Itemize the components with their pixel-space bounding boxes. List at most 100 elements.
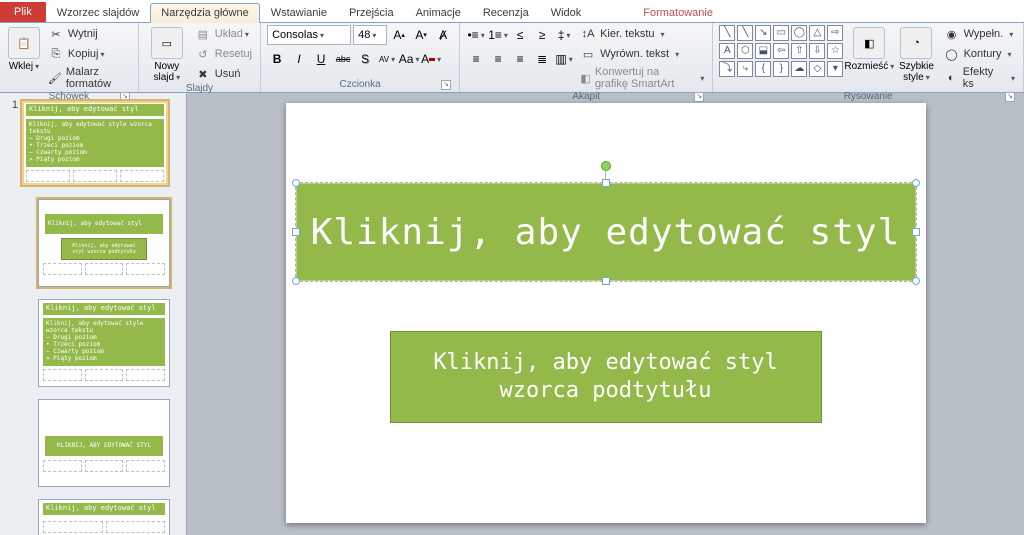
handle-w[interactable] xyxy=(292,228,300,236)
layout-thumbnail-4[interactable]: Kliknij, aby edytować styl xyxy=(38,499,170,535)
align-text-button[interactable]: ▭Wyrówn. tekst xyxy=(578,45,706,63)
shape-cloud-icon[interactable]: ☁ xyxy=(791,61,807,77)
shape-text-icon[interactable]: A xyxy=(719,43,735,59)
handle-sw[interactable] xyxy=(292,277,300,285)
font-name-select[interactable]: Consolas xyxy=(267,25,351,45)
shape-arrowu-icon[interactable]: ⇧ xyxy=(791,43,807,59)
quick-styles-button[interactable]: ◔ Szybkie style xyxy=(895,25,937,83)
font-color-button[interactable]: A xyxy=(421,49,441,69)
layout-thumbnail-3[interactable]: KLIKNIJ, ABY EDYTOWAĆ STYL xyxy=(38,399,170,487)
handle-e[interactable] xyxy=(912,228,920,236)
reset-button[interactable]: ↺Resetuj xyxy=(193,45,254,63)
layout1-subtitle: Kliknij, aby edytować styl wzorca podtyt… xyxy=(61,238,147,260)
shape-fill-button[interactable]: ◉Wypełn. xyxy=(942,25,1017,43)
drawing-dialog-launcher[interactable]: ↘ xyxy=(1005,92,1015,102)
tab-format-contextual[interactable]: Formatowanie xyxy=(632,3,724,22)
shape-conn1-icon[interactable]: ⤵ xyxy=(719,61,735,77)
layout-icon: ▤ xyxy=(195,26,211,42)
group-slides-label: Slajdy xyxy=(145,83,254,96)
handle-n[interactable] xyxy=(602,179,610,187)
line-spacing-button[interactable]: ‡ xyxy=(554,25,574,45)
text-direction-button[interactable]: ↕AKier. tekstu xyxy=(578,25,706,43)
shape-line2-icon[interactable]: ╲ xyxy=(737,25,753,41)
shapes-more-button[interactable]: ▾ xyxy=(827,61,843,77)
underline-button[interactable]: U xyxy=(311,49,331,69)
handle-ne[interactable] xyxy=(912,179,920,187)
change-case-button[interactable]: Aa xyxy=(399,49,419,69)
tab-insert[interactable]: Wstawianie xyxy=(260,3,338,22)
clear-formatting-button[interactable]: Ⱥ xyxy=(433,25,453,45)
shape-brace2-icon[interactable]: } xyxy=(773,61,789,77)
slide-canvas[interactable]: Kliknij, aby edytować styl Kliknij, aby … xyxy=(187,93,1024,535)
shape-oval-icon[interactable]: ◯ xyxy=(791,25,807,41)
delete-button[interactable]: ✖Usuń xyxy=(193,65,254,83)
subtitle-placeholder[interactable]: Kliknij, aby edytować styl wzorca podtyt… xyxy=(390,331,822,423)
tab-view[interactable]: Widok xyxy=(540,3,593,22)
layout3-title: KLIKNIJ, ABY EDYTOWAĆ STYL xyxy=(45,436,163,456)
shape-star-icon[interactable]: ☆ xyxy=(827,43,843,59)
shape-arrowr-icon[interactable]: ⇨ xyxy=(827,25,843,41)
decrease-indent-button[interactable]: ≤ xyxy=(510,25,530,45)
paste-button[interactable]: 📋 Wklej xyxy=(6,25,42,72)
shape-conn2-icon[interactable]: ⤷ xyxy=(737,61,753,77)
align-text-icon: ▭ xyxy=(580,46,596,62)
rotation-handle[interactable] xyxy=(601,161,611,171)
format-painter-button[interactable]: 🖌Malarz formatów xyxy=(46,65,132,91)
shape-arrow-icon[interactable]: ↘ xyxy=(755,25,771,41)
handle-nw[interactable] xyxy=(292,179,300,187)
shape-rect-icon[interactable]: ▭ xyxy=(773,25,789,41)
align-center-button[interactable]: ≡ xyxy=(488,49,508,69)
layout-thumbnail-2[interactable]: Kliknij, aby edytować styl Kliknij, aby … xyxy=(38,299,170,387)
delete-label: Usuń xyxy=(215,68,241,80)
shape-diamond-icon[interactable]: ◇ xyxy=(809,61,825,77)
grow-font-button[interactable]: A▴ xyxy=(389,25,409,45)
bullets-button[interactable]: •≡ xyxy=(466,25,486,45)
increase-indent-button[interactable]: ≥ xyxy=(532,25,552,45)
font-dialog-launcher[interactable]: ↘ xyxy=(441,80,451,90)
char-spacing-button[interactable]: AV xyxy=(377,49,397,69)
layout-thumbnail-1[interactable]: Kliknij, aby edytować styl Kliknij, aby … xyxy=(38,199,170,287)
paragraph-dialog-launcher[interactable]: ↘ xyxy=(694,92,704,102)
shape-callout-icon[interactable]: ⬓ xyxy=(755,43,771,59)
tab-home[interactable]: Narzędzia główne xyxy=(150,3,259,23)
shadow-button[interactable]: S xyxy=(355,49,375,69)
handle-se[interactable] xyxy=(912,277,920,285)
new-slide-button[interactable]: ▭ Nowy slajd xyxy=(145,25,189,83)
tab-animations[interactable]: Animacje xyxy=(405,3,472,22)
align-left-button[interactable]: ≡ xyxy=(466,49,486,69)
strike-button[interactable]: abc xyxy=(333,49,353,69)
tab-review[interactable]: Recenzja xyxy=(472,3,540,22)
outline-label: Kontury xyxy=(964,48,1002,60)
shape-effects-button[interactable]: ◐Efekty ks xyxy=(942,65,1017,91)
convert-smartart-button[interactable]: ◧Konwertuj na grafikę SmartArt xyxy=(578,65,706,91)
shrink-font-button[interactable]: A▾ xyxy=(411,25,431,45)
shape-triangle-icon[interactable]: △ xyxy=(809,25,825,41)
thumbnail-pane[interactable]: 1 Kliknij, aby edytować styl Kliknij, ab… xyxy=(0,93,187,535)
master-thumbnail[interactable]: Kliknij, aby edytować styl Kliknij, aby … xyxy=(20,99,170,187)
handle-s[interactable] xyxy=(602,277,610,285)
shape-brace1-icon[interactable]: { xyxy=(755,61,771,77)
layout-button[interactable]: ▤Układ xyxy=(193,25,254,43)
slide[interactable]: Kliknij, aby edytować styl Kliknij, aby … xyxy=(286,103,926,523)
shape-hex-icon[interactable]: ⬡ xyxy=(737,43,753,59)
group-drawing: ╲╲↘▭◯△⇨ A⬡⬓⇦⇧⇩☆ ⤵⤷{}☁◇▾ ◧ Rozmieść ◔ Szy… xyxy=(713,23,1024,92)
shape-outline-button[interactable]: ◯Kontury xyxy=(942,45,1017,63)
align-right-button[interactable]: ≡ xyxy=(510,49,530,69)
font-size-select[interactable]: 48 xyxy=(353,25,387,45)
tab-transitions[interactable]: Przejścia xyxy=(338,3,405,22)
shape-arrowl-icon[interactable]: ⇦ xyxy=(773,43,789,59)
arrange-button[interactable]: ◧ Rozmieść xyxy=(847,25,891,72)
tab-file[interactable]: Plik xyxy=(0,2,46,22)
shape-line-icon[interactable]: ╲ xyxy=(719,25,735,41)
cut-button[interactable]: ✂Wytnij xyxy=(46,25,132,43)
copy-button[interactable]: ⎘Kopiuj xyxy=(46,45,132,63)
tab-slide-master[interactable]: Wzorzec slajdów xyxy=(46,3,151,22)
bold-button[interactable]: B xyxy=(267,49,287,69)
italic-button[interactable]: I xyxy=(289,49,309,69)
justify-button[interactable]: ≣ xyxy=(532,49,552,69)
numbering-button[interactable]: 1≡ xyxy=(488,25,508,45)
columns-button[interactable]: ▥ xyxy=(554,49,574,69)
shapes-gallery[interactable]: ╲╲↘▭◯△⇨ A⬡⬓⇦⇧⇩☆ ⤵⤷{}☁◇▾ xyxy=(719,25,843,77)
ribbon: 📋 Wklej ✂Wytnij ⎘Kopiuj 🖌Malarz formatów… xyxy=(0,23,1024,93)
shape-arrowd-icon[interactable]: ⇩ xyxy=(809,43,825,59)
